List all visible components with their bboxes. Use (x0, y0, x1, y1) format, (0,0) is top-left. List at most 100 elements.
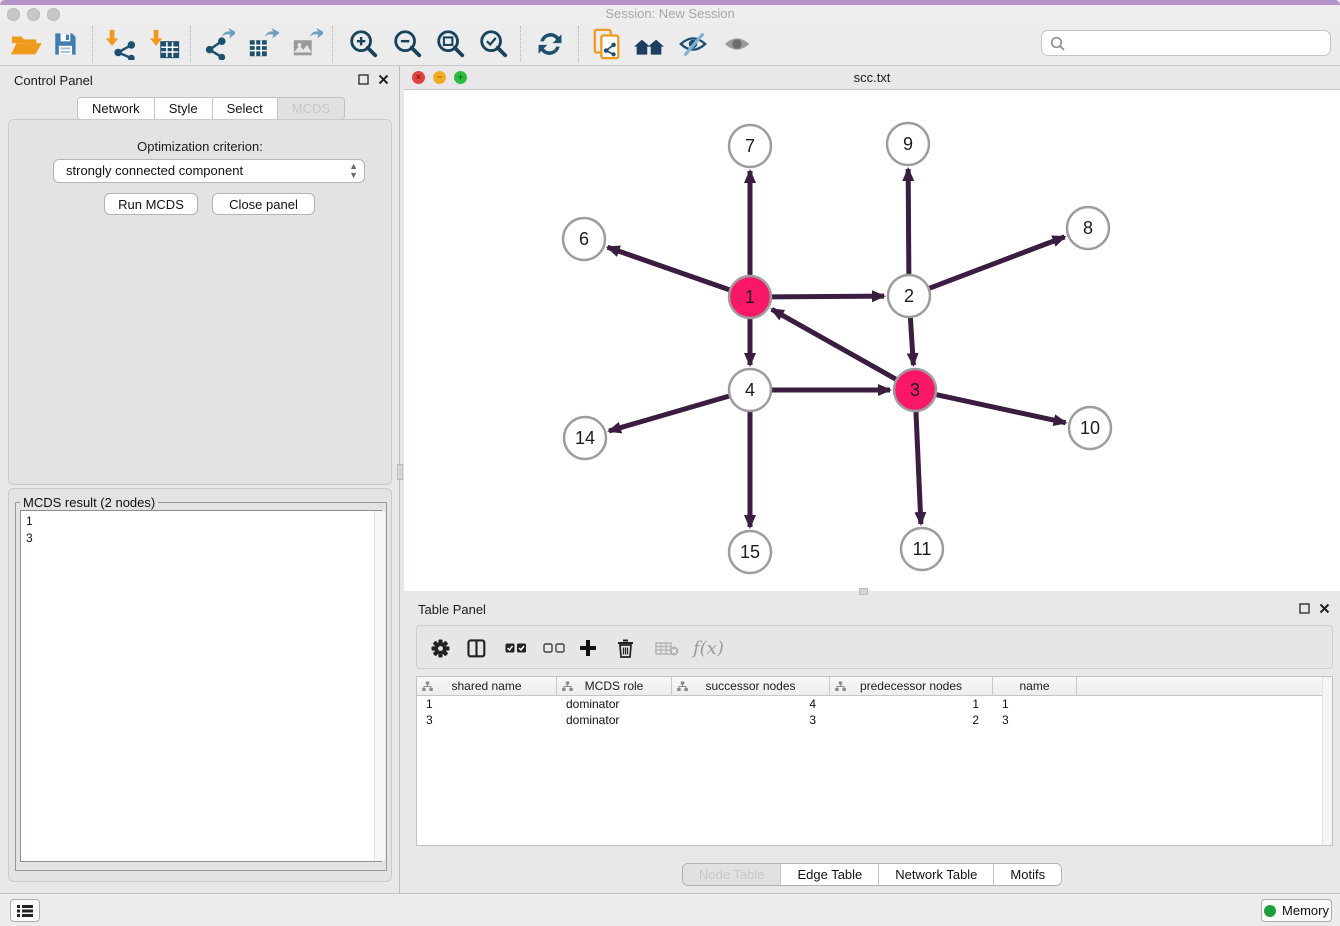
column-header-successor-nodes[interactable]: successor nodes (672, 677, 830, 696)
edge-3-1[interactable] (772, 309, 896, 379)
memory-status-dot (1264, 905, 1276, 917)
edge-4-14[interactable] (609, 396, 729, 431)
table-tabs: Node TableEdge TableNetwork TableMotifs (404, 863, 1340, 886)
zoom-in-icon[interactable] (344, 27, 382, 61)
select-all-columns-icon[interactable] (505, 634, 527, 662)
table-body: 1dominator4113dominator323 (417, 696, 1332, 728)
zoom-fit-icon[interactable] (431, 27, 469, 61)
close-panel-icon[interactable] (378, 74, 389, 85)
node-label-7: 7 (745, 136, 755, 156)
mcds-result-text[interactable]: 1 3 (20, 510, 382, 862)
table-row[interactable]: 3dominator323 (417, 712, 1332, 728)
optimization-label: Optimization criterion: (9, 139, 391, 154)
table-header-row: shared nameMCDS rolesuccessor nodesprede… (417, 677, 1332, 696)
node-label-2: 2 (904, 286, 914, 306)
node-label-15: 15 (740, 542, 760, 562)
close-panel-button[interactable]: Close panel (212, 193, 315, 215)
float-panel-icon[interactable] (358, 74, 369, 85)
tab-motifs[interactable]: Motifs (994, 864, 1061, 885)
table-toolbar: f(x) (416, 625, 1333, 669)
task-history-button[interactable] (10, 899, 40, 922)
export-table-icon[interactable] (244, 27, 282, 61)
mcds-result-title: MCDS result (2 nodes) (20, 495, 158, 510)
edge-2-8[interactable] (930, 237, 1065, 288)
toolbar-separator (520, 26, 521, 62)
cell-shared-name: 1 (417, 696, 557, 712)
control-panel-title: Control Panel (14, 73, 93, 88)
edge-2-3[interactable] (910, 318, 913, 365)
edge-2-9[interactable] (908, 169, 909, 274)
edge-1-2[interactable] (772, 296, 884, 297)
tab-select[interactable]: Select (213, 98, 278, 119)
export-network-icon[interactable] (200, 27, 238, 61)
import-network-icon[interactable] (102, 27, 140, 61)
tab-node-table[interactable]: Node Table (683, 864, 782, 885)
control-panel-tabs: NetworkStyleSelectMCDS (77, 97, 345, 120)
tab-network-table[interactable]: Network Table (879, 864, 994, 885)
cell-MCDS-role: dominator (557, 712, 672, 728)
delete-table-icon-disabled (655, 634, 679, 662)
result-scrollbar[interactable] (374, 511, 385, 861)
node-label-6: 6 (579, 229, 589, 249)
zoom-out-icon[interactable] (388, 27, 426, 61)
hide-selection-icon[interactable] (674, 27, 712, 61)
edge-3-11[interactable] (916, 412, 921, 524)
splitter-grab-icon[interactable] (859, 588, 868, 595)
memory-button[interactable]: Memory (1261, 899, 1332, 922)
toolbar-separator (578, 26, 579, 62)
network-graph[interactable]: 7968124314101511 (404, 90, 1340, 591)
column-header-predecessor-nodes[interactable]: predecessor nodes (830, 677, 993, 696)
column-header-MCDS-role[interactable]: MCDS role (557, 677, 672, 696)
import-table-icon[interactable] (146, 27, 184, 61)
open-file-icon[interactable] (6, 27, 44, 61)
table-scrollbar[interactable] (1322, 677, 1332, 845)
duplicate-network-icon[interactable] (588, 27, 626, 61)
node-label-1: 1 (745, 287, 755, 307)
node-label-9: 9 (903, 134, 913, 154)
tab-style[interactable]: Style (155, 98, 213, 119)
table-row[interactable]: 1dominator411 (417, 696, 1332, 712)
column-header-shared-name[interactable]: shared name (417, 677, 557, 696)
column-layout-icon[interactable] (467, 634, 486, 662)
run-mcds-button[interactable]: Run MCDS (104, 193, 198, 215)
table-panel: Table Panel f(x) shared nameMCDS rolesuc… (404, 596, 1340, 893)
mcds-result-box: MCDS result (2 nodes) 1 3 (8, 488, 392, 882)
cell-shared-name: 3 (417, 712, 557, 728)
edge-3-10[interactable] (936, 395, 1065, 423)
close-panel-icon[interactable] (1319, 603, 1330, 614)
column-header-name[interactable]: name (993, 677, 1077, 696)
node-label-4: 4 (745, 380, 755, 400)
mcds-result-group: MCDS result (2 nodes) 1 3 (15, 495, 387, 871)
node-table[interactable]: shared nameMCDS rolesuccessor nodesprede… (416, 676, 1333, 846)
add-column-icon[interactable] (579, 634, 597, 662)
first-neighbors-icon[interactable] (630, 27, 668, 61)
tab-network[interactable]: Network (78, 98, 155, 119)
tab-mcds[interactable]: MCDS (278, 98, 344, 119)
search-input[interactable] (1072, 33, 1322, 53)
tab-edge-table[interactable]: Edge Table (781, 864, 879, 885)
optimization-value: strongly connected component (66, 163, 243, 178)
mcds-controls-box: Optimization criterion: strongly connect… (8, 119, 392, 485)
window-titlebar: Session: New Session (0, 5, 1340, 22)
optimization-select[interactable]: strongly connected component ▲▼ (53, 159, 365, 183)
node-label-11: 11 (913, 539, 932, 559)
apply-layout-icon[interactable] (531, 27, 569, 61)
panel-splitter-handle[interactable] (397, 464, 403, 480)
cell-successor-nodes: 4 (672, 696, 830, 712)
export-image-icon[interactable] (288, 27, 326, 61)
list-icon (17, 904, 33, 918)
network-canvas[interactable]: 7968124314101511 (404, 90, 1340, 591)
toolbar-separator (190, 26, 191, 62)
float-panel-icon[interactable] (1299, 603, 1310, 614)
delete-column-icon[interactable] (617, 634, 634, 662)
search-field[interactable] (1041, 30, 1331, 56)
node-label-8: 8 (1083, 218, 1093, 238)
zoom-selected-icon[interactable] (474, 27, 512, 61)
status-bar: Memory (0, 893, 1340, 926)
table-settings-gear-icon[interactable] (431, 634, 450, 662)
save-session-icon[interactable] (46, 27, 84, 61)
edge-1-6[interactable] (608, 247, 730, 289)
cell-successor-nodes: 3 (672, 712, 830, 728)
show-all-icon[interactable] (718, 27, 756, 61)
deselect-all-columns-icon[interactable] (543, 634, 565, 662)
